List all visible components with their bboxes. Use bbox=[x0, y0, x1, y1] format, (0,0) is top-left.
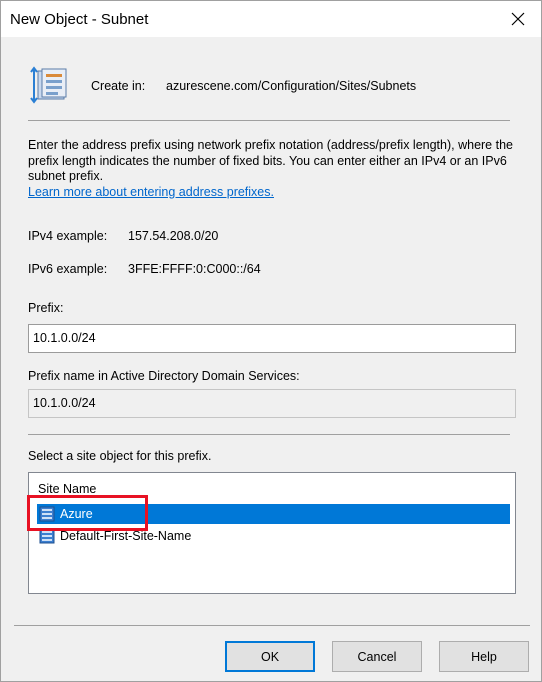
site-name-column-header[interactable]: Site Name bbox=[38, 482, 96, 496]
help-button[interactable]: Help bbox=[439, 641, 529, 672]
prefix-input[interactable]: 10.1.0.0/24 bbox=[28, 324, 516, 353]
create-in-path: azurescene.com/Configuration/Sites/Subne… bbox=[166, 79, 417, 93]
ipv4-example-label: IPv4 example: bbox=[28, 229, 108, 243]
ok-button[interactable]: OK bbox=[225, 641, 315, 672]
description: Enter the address prefix using network p… bbox=[28, 138, 518, 200]
prefix-name-field: 10.1.0.0/24 bbox=[28, 389, 516, 418]
site-list-label: Select a site object for this prefix. bbox=[28, 449, 212, 463]
ipv4-example-value: 157.54.208.0/20 bbox=[128, 229, 219, 243]
ipv6-example-label: IPv6 example: bbox=[28, 262, 108, 276]
prefix-label: Prefix: bbox=[28, 301, 64, 315]
header-divider bbox=[28, 120, 510, 121]
prefix-divider bbox=[28, 434, 510, 435]
prefix-name-label: Prefix name in Active Directory Domain S… bbox=[28, 369, 300, 383]
site-list-item-label: Default-First-Site-Name bbox=[60, 529, 192, 543]
ipv6-example-value: 3FFE:FFFF:0:C000::/64 bbox=[128, 262, 261, 276]
close-button[interactable] bbox=[495, 1, 541, 37]
subnet-object-icon bbox=[30, 66, 67, 104]
dialog-title: New Object - Subnet bbox=[10, 11, 149, 28]
footer-divider bbox=[14, 625, 530, 626]
learn-more-link[interactable]: Learn more about entering address prefix… bbox=[28, 185, 274, 199]
cancel-button[interactable]: Cancel bbox=[332, 641, 422, 672]
title-bar: New Object - Subnet bbox=[1, 1, 541, 37]
create-in-label: Create in: bbox=[91, 79, 146, 93]
site-listbox[interactable]: Site Name Azure Default-First-Site-Name bbox=[28, 472, 516, 594]
annotation-highlight-box bbox=[27, 495, 148, 531]
close-icon bbox=[511, 12, 525, 26]
new-subnet-dialog: New Object - Subnet Create in: azurescen… bbox=[0, 0, 542, 682]
description-text: Enter the address prefix using network p… bbox=[28, 138, 513, 184]
